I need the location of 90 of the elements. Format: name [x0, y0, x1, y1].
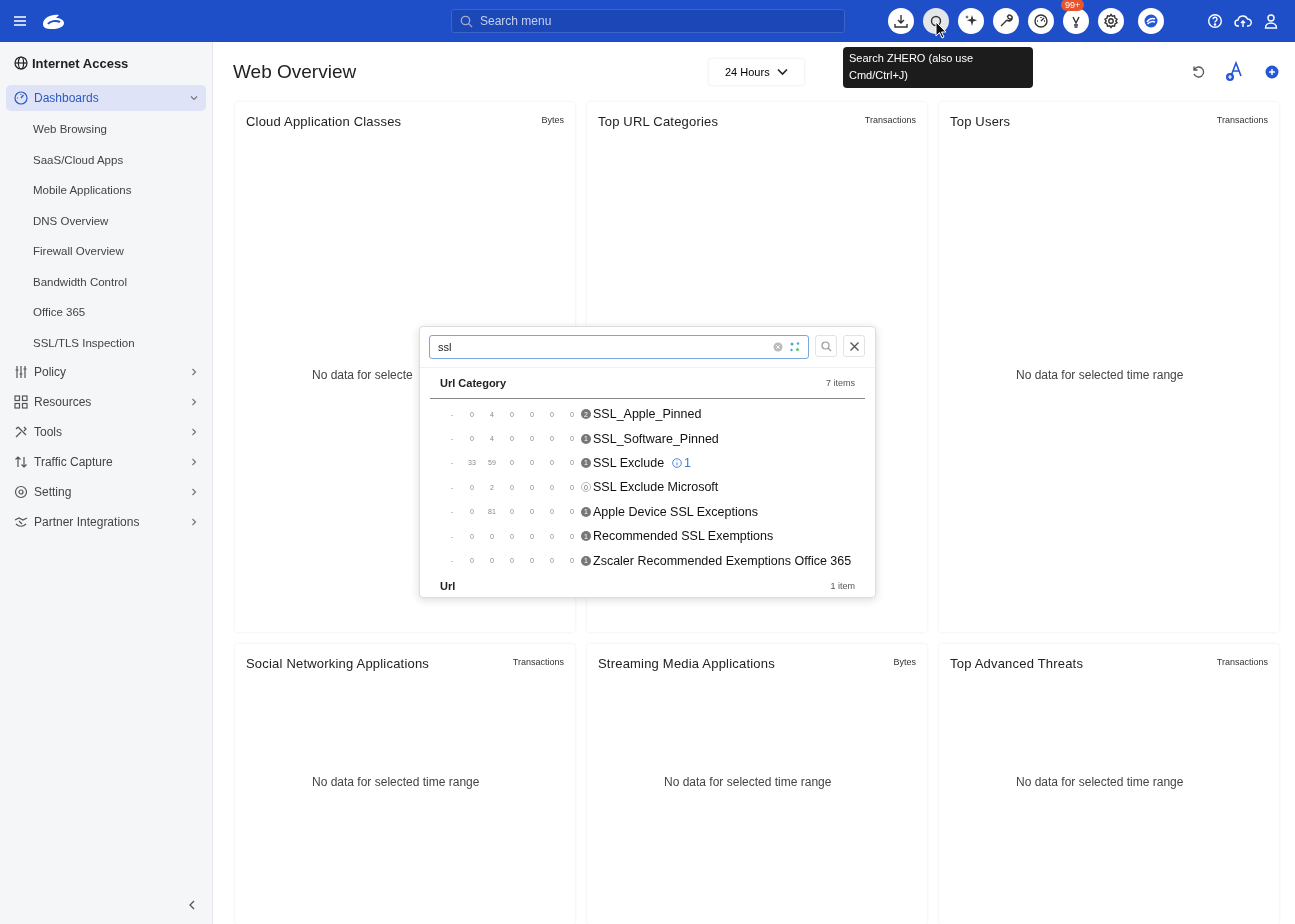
tools-icon: [14, 425, 28, 439]
unit-label: Transactions: [1216, 657, 1268, 667]
chevron-icon: [190, 488, 198, 496]
gauge-icon: [14, 91, 28, 105]
result-link[interactable]: Apple Device SSL Exceptions: [593, 504, 758, 519]
sliders-icon: [14, 365, 28, 379]
help-icon[interactable]: [1207, 13, 1223, 29]
search-input[interactable]: ssl: [429, 335, 809, 359]
chevron-icon: [190, 518, 198, 526]
close-icon: [848, 340, 860, 352]
sidebar-subitem[interactable]: DNS Overview: [6, 205, 206, 236]
globe-icon: [14, 56, 28, 70]
handshake-icon: [14, 515, 28, 529]
chevron-icon: [190, 368, 198, 376]
card-title: Top Advanced Threats: [950, 656, 1084, 671]
user-icon[interactable]: [1263, 13, 1279, 29]
sidebar-item[interactable]: Policy: [6, 359, 206, 385]
settings-icon: [14, 485, 28, 499]
chevron-icon: [190, 428, 198, 436]
chevron-icon: [190, 458, 198, 466]
caret-icon: [776, 68, 788, 76]
result-link[interactable]: Zscaler Recommended Exemptions Office 365: [593, 553, 852, 568]
empty-message: No data for selecte: [312, 367, 414, 382]
search-button[interactable]: [815, 335, 837, 357]
sidebar-item[interactable]: Partner Integrations: [6, 509, 206, 535]
search-icon: [460, 15, 473, 28]
section-title: Internet Access: [32, 55, 129, 71]
add-icon[interactable]: [1265, 65, 1279, 79]
sidebar-item[interactable]: Resources: [6, 389, 206, 415]
sidebar-item[interactable]: Tools: [6, 419, 206, 445]
search-field[interactable]: Search menu: [451, 9, 845, 33]
sidebar-subitem[interactable]: Firewall Overview: [6, 236, 206, 267]
font-add-icon[interactable]: [1225, 61, 1245, 83]
sidebar-subitem[interactable]: Office 365: [6, 297, 206, 328]
bulb-icon[interactable]: [1063, 8, 1089, 34]
arrows-icon: [14, 455, 28, 469]
tooltip: Search ZHERO (also use Cmd/Ctrl+J): [843, 47, 1033, 88]
empty-message: No data for selected time range: [1016, 367, 1185, 382]
wrench-icon[interactable]: [993, 8, 1019, 34]
empty-message: No data for selected time range: [664, 775, 833, 789]
collapse-icon[interactable]: [188, 900, 196, 910]
sidebar-subitem[interactable]: Mobile Applications: [6, 175, 206, 206]
sidebar-item[interactable]: Setting: [6, 479, 206, 505]
unit-label: Transactions: [1216, 115, 1268, 125]
section-heading: Url Category: [440, 377, 507, 389]
settings-icon[interactable]: [1098, 8, 1124, 34]
unit-label: Bytes: [541, 115, 564, 125]
sidebar-subitem[interactable]: Web Browsing: [6, 114, 206, 145]
sparkle-icon[interactable]: [958, 8, 984, 34]
result-link[interactable]: SSL_Software_Pinned: [593, 431, 719, 446]
unit-label: Bytes: [893, 657, 916, 667]
card-title: Social Networking Applications: [246, 656, 430, 671]
empty-message: No data for selected time range: [312, 775, 481, 789]
undo-icon[interactable]: [1191, 65, 1205, 79]
sidebar-item[interactable]: Dashboards: [6, 85, 206, 111]
page-title: Web Overview: [233, 61, 358, 83]
time-range-dropdown[interactable]: 24 Hours: [709, 59, 804, 85]
info-count: 1: [684, 455, 692, 470]
result-link[interactable]: Recommended SSL Exemptions: [593, 529, 774, 544]
close-button[interactable]: [843, 335, 865, 357]
card-title: Cloud Application Classes: [246, 114, 402, 129]
item-count: 1 item: [830, 580, 855, 591]
unit-label: Transactions: [864, 115, 916, 125]
section-heading: Url: [440, 579, 456, 592]
notification-badge: 99+: [1061, 0, 1085, 11]
menu-icon[interactable]: [13, 15, 27, 27]
download-icon[interactable]: [888, 8, 914, 34]
gauge-icon[interactable]: [1028, 8, 1054, 34]
chevron-icon: [190, 398, 198, 406]
empty-message: No data for selected time range: [1016, 775, 1185, 789]
sidebar-item[interactable]: Traffic Capture: [6, 449, 206, 475]
card-title: Top URL Categories: [598, 114, 719, 129]
search-icon: [820, 340, 832, 352]
dots-icon: [789, 341, 801, 353]
sidebar-subitem[interactable]: SSL/TLS Inspection: [6, 327, 206, 358]
cloud-upload-icon[interactable]: [1234, 13, 1252, 29]
sidebar-subitem[interactable]: SaaS/Cloud Apps: [6, 144, 206, 175]
card-title: Top Users: [950, 114, 1011, 129]
card-title: Streaming Media Applications: [598, 656, 775, 671]
unit-label: Transactions: [512, 657, 564, 667]
logo-icon[interactable]: [1138, 8, 1164, 34]
result-link[interactable]: SSL Exclude: [593, 455, 665, 470]
item-count: 7 items: [826, 378, 855, 388]
result-link[interactable]: SSL_Apple_Pinned: [593, 407, 702, 422]
sidebar-subitem[interactable]: Bandwidth Control: [6, 266, 206, 297]
info-icon: [672, 457, 683, 468]
chevron-icon: [190, 94, 198, 102]
result-link[interactable]: SSL Exclude Microsoft: [593, 480, 719, 495]
grid-icon: [14, 395, 28, 409]
cursor-icon: [935, 21, 947, 39]
